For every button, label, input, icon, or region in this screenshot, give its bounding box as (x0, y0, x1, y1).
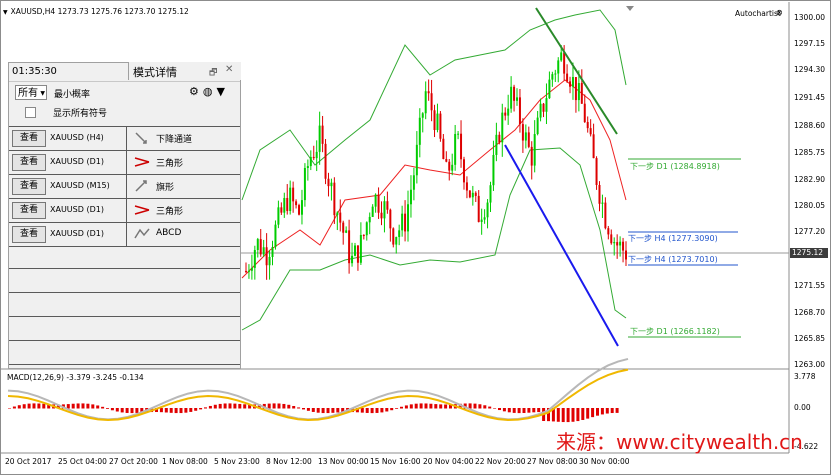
show-all-checkbox[interactable] (25, 107, 36, 118)
watermark: 来源：www.citywealth.cn (556, 430, 803, 454)
triangle-icon (134, 157, 150, 167)
price-axis-label: 1265.85 (794, 334, 826, 343)
view-button[interactable]: 查看 (12, 154, 46, 171)
globe-icon[interactable]: ◍ (203, 85, 213, 98)
time-axis-label: 25 Oct 04:00 (58, 457, 107, 466)
time-axis-label: 8 Nov 12:00 (266, 457, 312, 466)
panel-clock: 01:35:30 (12, 66, 57, 77)
panel-title: 模式详情 (133, 66, 177, 79)
row-pattern: 旗形 (156, 183, 175, 193)
macd-label: MACD(12,26,9) -3.379 -3.245 -0.134 (7, 373, 144, 382)
price-axis-label: 1282.90 (794, 175, 826, 184)
scroll-marker-icon (626, 6, 634, 11)
filter-icon[interactable]: ▼ (216, 85, 224, 98)
next-step-label: 下一步 H4 (1277.3090) (628, 234, 718, 243)
row-symbol: XAUUSD (D1) (50, 205, 104, 214)
flag-icon (135, 180, 147, 192)
current-price-badge: 1275.12 (790, 248, 828, 258)
time-axis-label: 5 Nov 23:00 (214, 457, 260, 466)
empty-rows (9, 245, 240, 365)
pattern-row[interactable]: 查看 XAUUSD (M15) 旗形 (9, 174, 240, 198)
pattern-row[interactable]: 查看 XAUUSD (D1) 三角形 (9, 150, 240, 174)
price-axis-label: 1294.30 (794, 65, 826, 74)
pattern-list: 查看 XAUUSD (H4) 下降通道 查看 XAUUSD (D1) 三角形 查看 XAUUS… (9, 126, 240, 247)
time-axis-label: 30 Nov 00:00 (579, 457, 630, 466)
price-axis-label: 1297.15 (794, 39, 826, 48)
time-axis-label: 22 Nov 20:00 (475, 457, 526, 466)
price-axis-label: 1280.05 (794, 201, 826, 210)
time-axis-label: 20 Oct 2017 (5, 457, 52, 466)
row-symbol: XAUUSD (H4) (50, 133, 104, 142)
symbol-header: ▼ XAUUSD,H4 1273.73 1275.76 1273.70 1275.… (3, 7, 189, 16)
close-icon[interactable]: ✕ (225, 64, 233, 75)
macd-axis-label: 0.00 (794, 403, 811, 412)
channel-bottom-line (504, 144, 619, 347)
gear-icon[interactable]: ⚙ (189, 85, 199, 98)
next-step-label: 下一步 D1 (1284.8918) (630, 162, 720, 171)
macd-axis-label: 3.778 (794, 372, 816, 381)
restore-icon[interactable]: 🗗 (209, 65, 217, 81)
row-symbol: XAUUSD (D1) (50, 157, 104, 166)
show-all-row: 显示所有符号 (9, 103, 240, 123)
price-axis-label: 1263.00 (794, 360, 826, 369)
time-axis-label: 27 Oct 20:00 (109, 457, 158, 466)
autochartist-label: Autochartist (735, 9, 781, 18)
row-pattern: ABCD (156, 228, 182, 238)
price-axis-label: 1288.60 (794, 121, 826, 130)
candles (245, 45, 627, 280)
filter-select[interactable]: 所有 ▼ (15, 85, 47, 100)
price-axis-label: 1271.55 (794, 281, 826, 290)
probability-label[interactable]: 最小概率 (54, 87, 90, 100)
price-axis-label: 1285.75 (794, 148, 826, 157)
row-symbol: XAUUSD (D1) (50, 229, 104, 238)
channel-down-icon (135, 132, 147, 144)
pattern-row[interactable]: 查看 XAUUSD (D1) 三角形 (9, 198, 240, 222)
time-axis-label: 27 Nov 08:00 (527, 457, 578, 466)
time-axis-label: 13 Nov 00:00 (318, 457, 369, 466)
row-pattern: 下降通道 (156, 135, 193, 145)
pattern-details-panel: 01:35:30 模式详情 🗗 ✕ 所有 ▼ 最小概率 ⚙ ◍ ▼ 显示所有符号 查看… (8, 62, 241, 369)
row-symbol: XAUUSD (M15) (50, 181, 110, 190)
time-axis-label: 1 Nov 08:00 (162, 457, 208, 466)
autochartist-close-icon[interactable]: ⊗ (776, 8, 783, 17)
pattern-row[interactable]: 查看 XAUUSD (D1) ABCD (9, 222, 240, 247)
row-pattern: 三角形 (156, 159, 184, 169)
view-button[interactable]: 查看 (12, 202, 46, 219)
time-axis-label: 20 Nov 04:00 (423, 457, 474, 466)
next-step-label: 下一步 H4 (1273.7010) (628, 255, 718, 264)
chevron-down-icon: ▼ (40, 90, 45, 97)
price-axis-label: 1291.45 (794, 93, 826, 102)
view-button[interactable]: 查看 (12, 226, 46, 243)
panel-header: 01:35:30 模式详情 🗗 ✕ (9, 62, 241, 82)
price-axis-label: 1300.00 (794, 13, 826, 22)
tab-pattern-details[interactable]: 模式详情 🗗 ✕ (128, 62, 241, 80)
time-axis-label: 15 Nov 16:00 (370, 457, 421, 466)
filter-bar: 所有 ▼ 最小概率 ⚙ ◍ ▼ (9, 82, 240, 103)
pattern-row[interactable]: 查看 XAUUSD (H4) 下降通道 (9, 126, 240, 150)
abcd-icon (134, 228, 150, 239)
price-axis-label: 1268.70 (794, 308, 826, 317)
row-pattern: 三角形 (156, 207, 184, 217)
next-step-label: 下一步 D1 (1266.1182) (630, 327, 720, 336)
view-button[interactable]: 查看 (12, 178, 46, 195)
triangle-icon (134, 205, 150, 215)
dropdown-icon[interactable]: ▼ (3, 9, 8, 16)
show-all-label: 显示所有符号 (53, 109, 108, 119)
view-button[interactable]: 查看 (12, 130, 46, 147)
channel-top-line (535, 7, 618, 135)
price-axis-label: 1277.20 (794, 227, 826, 236)
